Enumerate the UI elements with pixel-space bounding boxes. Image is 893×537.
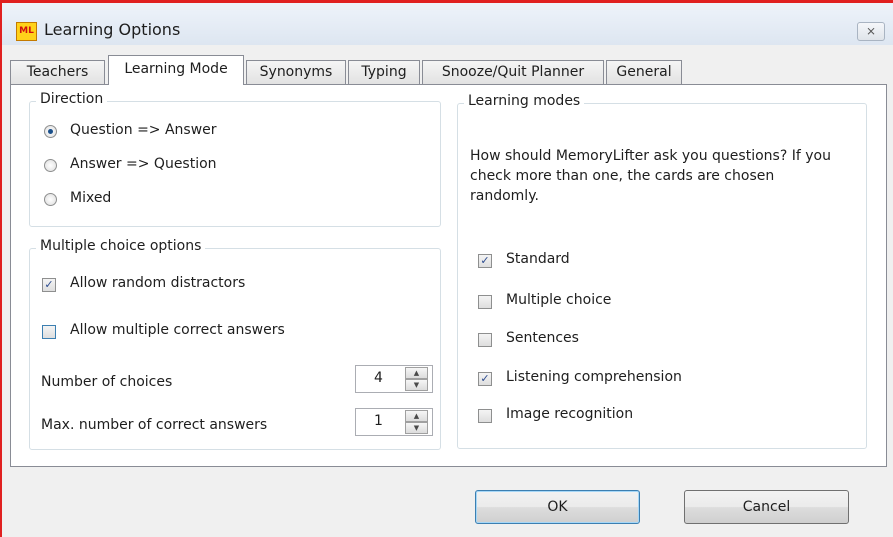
radio-question-answer-label[interactable]: Question => Answer — [70, 122, 217, 138]
spin-down-button[interactable]: ▼ — [405, 422, 428, 434]
checkmark-icon: ✓ — [44, 278, 54, 291]
radio-mixed-label[interactable]: Mixed — [70, 190, 111, 206]
tab-general[interactable]: General — [606, 60, 682, 84]
memorylifter-app-icon: ML — [16, 22, 37, 41]
mode-standard-checkbox[interactable]: ✓ — [478, 254, 492, 268]
cancel-button[interactable]: Cancel — [684, 490, 849, 524]
max-correct-answers-value[interactable]: 1 — [374, 413, 383, 429]
mode-image-recognition-checkbox[interactable] — [478, 409, 492, 423]
spin-up-button[interactable]: ▲ — [405, 410, 428, 422]
tab-synonyms[interactable]: Synonyms — [246, 60, 346, 84]
window-title: Learning Options — [44, 20, 181, 39]
ok-button[interactable]: OK — [475, 490, 640, 524]
chevron-up-icon: ▲ — [413, 369, 420, 377]
mode-image-recognition-label[interactable]: Image recognition — [506, 406, 633, 422]
learning-modes-group: Learning modes How should MemoryLifter a… — [457, 93, 867, 449]
tab-learning-mode[interactable]: Learning Mode — [108, 55, 244, 85]
max-correct-answers-label: Max. number of correct answers — [41, 417, 268, 433]
spin-up-button[interactable]: ▲ — [405, 367, 428, 379]
number-of-choices-label: Number of choices — [41, 374, 173, 390]
allow-multiple-correct-answers-label[interactable]: Allow multiple correct answers — [70, 322, 285, 338]
allow-random-distractors-label[interactable]: Allow random distractors — [70, 275, 245, 291]
tab-snooze-quit-planner[interactable]: Snooze/Quit Planner — [422, 60, 604, 84]
number-of-choices-stepper[interactable]: 4 ▲ ▼ — [355, 365, 433, 393]
learning-modes-legend: Learning modes — [464, 93, 585, 109]
close-icon: ⨯ — [865, 24, 877, 38]
mode-sentences-label[interactable]: Sentences — [506, 330, 579, 346]
learning-options-dialog: ML Learning Options ⨯ Teachers Learning … — [0, 0, 893, 537]
checkmark-icon: ✓ — [480, 254, 490, 267]
chevron-up-icon: ▲ — [413, 412, 420, 420]
allow-random-distractors-checkbox[interactable]: ✓ — [42, 278, 56, 292]
spin-down-button[interactable]: ▼ — [405, 379, 428, 391]
mode-multiple-choice-label[interactable]: Multiple choice — [506, 292, 611, 308]
chevron-down-icon: ▼ — [413, 381, 420, 389]
learning-mode-tab-panel: Direction Question => Answer Answer => Q… — [10, 84, 887, 467]
title-bar[interactable]: ML Learning Options ⨯ — [2, 3, 893, 45]
tab-teachers[interactable]: Teachers — [10, 60, 105, 84]
direction-legend: Direction — [36, 91, 108, 107]
radio-question-answer[interactable] — [44, 125, 57, 138]
checkmark-icon: ✓ — [480, 372, 490, 385]
chevron-down-icon: ▼ — [413, 424, 420, 432]
max-correct-answers-stepper[interactable]: 1 ▲ ▼ — [355, 408, 433, 436]
allow-multiple-correct-answers-checkbox[interactable] — [42, 325, 56, 339]
mode-sentences-checkbox[interactable] — [478, 333, 492, 347]
multiple-choice-options-legend: Multiple choice options — [36, 238, 206, 254]
radio-answer-question[interactable] — [44, 159, 57, 172]
mode-listening-comprehension-checkbox[interactable]: ✓ — [478, 372, 492, 386]
mode-standard-label[interactable]: Standard — [506, 251, 570, 267]
close-button[interactable]: ⨯ — [857, 22, 885, 41]
learning-modes-description: How should MemoryLifter ask you question… — [470, 148, 831, 204]
direction-group: Direction Question => Answer Answer => Q… — [29, 91, 441, 227]
tab-typing[interactable]: Typing — [348, 60, 420, 84]
radio-answer-question-label[interactable]: Answer => Question — [70, 156, 217, 172]
mode-listening-comprehension-label[interactable]: Listening comprehension — [506, 369, 682, 385]
number-of-choices-value[interactable]: 4 — [374, 370, 383, 386]
mode-multiple-choice-checkbox[interactable] — [478, 295, 492, 309]
multiple-choice-options-group: Multiple choice options ✓ Allow random d… — [29, 238, 441, 450]
radio-mixed[interactable] — [44, 193, 57, 206]
